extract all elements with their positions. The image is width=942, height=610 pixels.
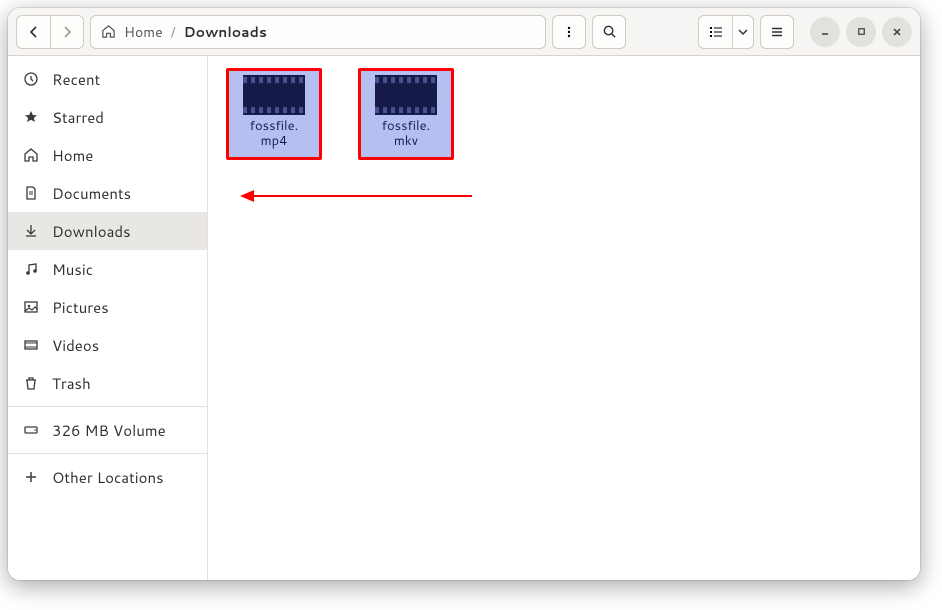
pathbar[interactable]: Home / Downloads <box>90 15 546 49</box>
sidebar-item-label: Starred <box>52 107 104 128</box>
home-icon <box>22 146 40 164</box>
window-body: Recent Starred Home Documents Downloads … <box>8 56 920 580</box>
plus-icon <box>22 468 40 486</box>
starred-icon <box>22 108 40 126</box>
hamburger-icon <box>770 25 784 39</box>
sidebar-item-volume[interactable]: 326 MB Volume <box>8 411 207 449</box>
sidebar-item-label: Pictures <box>52 297 109 318</box>
minimize-button[interactable] <box>810 17 840 47</box>
sidebar-item-label: Music <box>52 259 93 280</box>
sidebar-item-other-locations[interactable]: Other Locations <box>8 458 207 496</box>
headerbar: Home / Downloads <box>8 8 920 56</box>
home-icon <box>101 24 116 39</box>
sidebar-item-documents[interactable]: Documents <box>8 174 207 212</box>
documents-icon <box>22 184 40 202</box>
maximize-icon <box>856 26 867 37</box>
pictures-icon <box>22 298 40 316</box>
sidebar-item-label: Videos <box>52 335 99 356</box>
sidebar: Recent Starred Home Documents Downloads … <box>8 56 208 580</box>
sidebar-item-home[interactable]: Home <box>8 136 207 174</box>
close-icon <box>891 26 903 38</box>
videos-icon <box>22 336 40 354</box>
sidebar-item-trash[interactable]: Trash <box>8 364 207 402</box>
forward-button[interactable] <box>50 15 84 49</box>
video-file-icon <box>375 75 437 115</box>
list-view-icon <box>709 25 723 39</box>
chevron-down-icon <box>738 27 748 37</box>
path-home[interactable]: Home <box>124 22 163 42</box>
file-thumbnail-selected: fossfile. mkv <box>358 68 454 160</box>
recent-icon <box>22 70 40 88</box>
view-icon-button[interactable] <box>698 15 732 49</box>
chevron-left-icon <box>28 26 40 38</box>
sidebar-divider <box>8 453 207 454</box>
path-current[interactable]: Downloads <box>184 22 267 42</box>
more-actions-button[interactable] <box>552 15 586 49</box>
sidebar-item-downloads[interactable]: Downloads <box>8 212 207 250</box>
file-item[interactable]: fossfile. mkv <box>358 68 454 160</box>
sidebar-item-pictures[interactable]: Pictures <box>8 288 207 326</box>
sidebar-item-starred[interactable]: Starred <box>8 98 207 136</box>
view-switch <box>698 15 754 49</box>
view-dropdown-button[interactable] <box>732 15 754 49</box>
sidebar-item-label: Downloads <box>52 221 131 242</box>
file-name: fossfile. mkv <box>378 119 435 149</box>
sidebar-item-recent[interactable]: Recent <box>8 60 207 98</box>
sidebar-divider <box>8 406 207 407</box>
drive-icon <box>22 421 40 439</box>
search-icon <box>602 24 617 39</box>
search-button[interactable] <box>592 15 626 49</box>
kebab-icon <box>562 25 576 39</box>
sidebar-item-label: Other Locations <box>52 467 164 488</box>
maximize-button[interactable] <box>846 17 876 47</box>
sidebar-item-label: Recent <box>52 69 100 90</box>
sidebar-item-label: 326 MB Volume <box>52 420 166 441</box>
file-grid: fossfile. mp4 fossfile. mkv <box>226 68 902 160</box>
file-item[interactable]: fossfile. mp4 <box>226 68 322 160</box>
sidebar-item-label: Trash <box>52 373 91 394</box>
back-button[interactable] <box>16 15 50 49</box>
downloads-icon <box>22 222 40 240</box>
sidebar-item-label: Documents <box>52 183 131 204</box>
chevron-right-icon <box>61 26 73 38</box>
trash-icon <box>22 374 40 392</box>
content-area[interactable]: fossfile. mp4 fossfile. mkv <box>208 56 920 580</box>
video-file-icon <box>243 75 305 115</box>
minimize-icon <box>819 26 831 38</box>
sidebar-item-label: Home <box>52 145 93 166</box>
nav-buttons <box>16 15 84 49</box>
sidebar-item-videos[interactable]: Videos <box>8 326 207 364</box>
file-manager-window: Home / Downloads <box>8 8 920 580</box>
file-name: fossfile. mp4 <box>246 119 303 149</box>
path-separator: / <box>171 22 176 42</box>
file-thumbnail-selected: fossfile. mp4 <box>226 68 322 160</box>
music-icon <box>22 260 40 278</box>
hamburger-menu-button[interactable] <box>760 15 794 49</box>
sidebar-item-music[interactable]: Music <box>8 250 207 288</box>
annotation-arrow <box>240 186 472 206</box>
close-button[interactable] <box>882 17 912 47</box>
